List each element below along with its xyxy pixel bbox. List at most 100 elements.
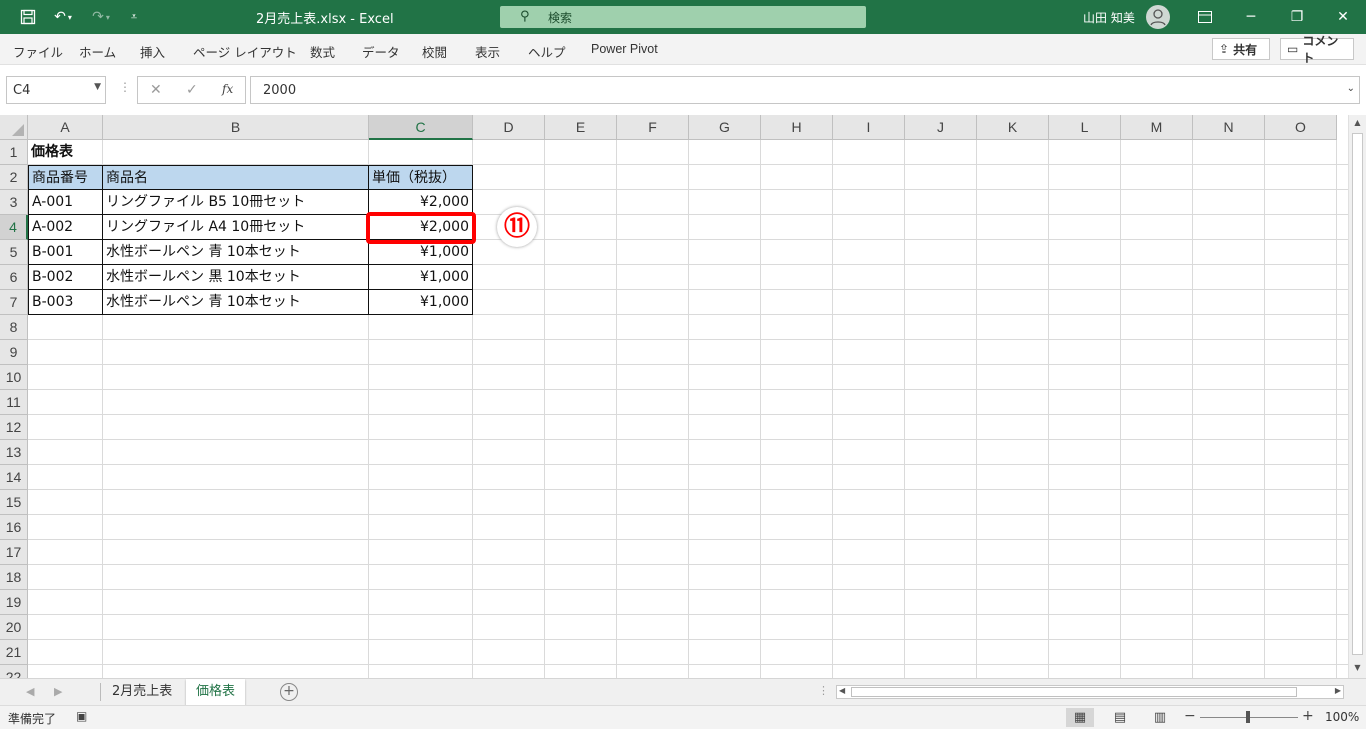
table-cell[interactable]: 水性ボールペン 青 10本セット (103, 290, 369, 315)
row-header-1[interactable]: 1 (0, 140, 28, 165)
avatar[interactable] (1146, 5, 1170, 29)
restore-icon[interactable]: ❐ (1274, 0, 1320, 34)
tab-home[interactable]: ホーム (79, 42, 116, 61)
row-header-18[interactable]: 18 (0, 565, 28, 590)
row-header-15[interactable]: 15 (0, 490, 28, 515)
enter-icon[interactable]: ✓ (186, 82, 198, 98)
add-sheet-icon[interactable]: + (280, 683, 298, 701)
sheet-tab-feb-sales[interactable]: 2月売上表 (102, 679, 182, 705)
name-box[interactable]: C4 ▼ (6, 76, 106, 104)
row-header-17[interactable]: 17 (0, 540, 28, 565)
tab-review[interactable]: 校閲 (422, 42, 447, 61)
tab-data[interactable]: データ (362, 42, 400, 61)
column-header-a[interactable]: A (28, 115, 103, 140)
scroll-up-icon[interactable]: ▲ (1352, 118, 1363, 130)
cancel-icon[interactable]: ✕ (150, 82, 162, 98)
table-cell[interactable]: 水性ボールペン 青 10本セット (103, 240, 369, 265)
prev-sheet-icon[interactable]: ◀ (26, 685, 34, 698)
tab-help[interactable]: ヘルプ (528, 42, 566, 61)
column-header-e[interactable]: E (545, 115, 617, 140)
row-header-12[interactable]: 12 (0, 415, 28, 440)
scroll-left-icon[interactable]: ◀ (839, 686, 845, 695)
table-cell[interactable]: B-001 (28, 240, 103, 265)
sheet-tab-price-list[interactable]: 価格表 (186, 679, 246, 707)
table-cell[interactable]: リングファイル B5 10冊セット (103, 190, 369, 215)
vertical-scrollbar[interactable]: ▲ ▼ (1348, 115, 1366, 678)
column-header-l[interactable]: L (1049, 115, 1121, 140)
search-box[interactable]: ⚲ 検索 (500, 6, 866, 28)
table-cell[interactable]: B-003 (28, 290, 103, 315)
zoom-out-icon[interactable]: − (1184, 708, 1196, 724)
vertical-scroll-thumb[interactable] (1352, 133, 1363, 655)
horizontal-scrollbar[interactable]: ◀ ▶ (836, 685, 1344, 699)
scroll-right-icon[interactable]: ▶ (1335, 686, 1341, 695)
tab-formulas[interactable]: 数式 (310, 42, 335, 61)
row-header-5[interactable]: 5 (0, 240, 28, 265)
tab-page-layout[interactable]: ページ レイアウト (193, 42, 297, 61)
comment-button[interactable]: ▭ コメント (1280, 34, 1354, 65)
row-header-19[interactable]: 19 (0, 590, 28, 615)
table-cell[interactable]: 水性ボールペン 黒 10本セット (103, 265, 369, 290)
tab-view[interactable]: 表示 (475, 42, 500, 61)
page-layout-view-icon[interactable]: ▤ (1106, 708, 1134, 727)
column-header-g[interactable]: G (689, 115, 761, 140)
select-all-corner[interactable] (0, 115, 28, 140)
row-header-22[interactable]: 22 (0, 665, 28, 678)
table-cell[interactable]: ¥1,000 (369, 265, 473, 290)
table-cell[interactable]: ¥1,000 (369, 290, 473, 315)
normal-view-icon[interactable]: ▦ (1066, 708, 1094, 727)
table-cell[interactable]: A-001 (28, 190, 103, 215)
row-header-9[interactable]: 9 (0, 340, 28, 365)
column-header-i[interactable]: I (833, 115, 905, 140)
tab-insert[interactable]: 挿入 (140, 42, 165, 61)
column-header-b[interactable]: B (103, 115, 369, 140)
undo-icon[interactable]: ↶ ▾ (48, 7, 78, 27)
chevron-down-icon[interactable]: ▼ (94, 82, 101, 92)
zoom-level[interactable]: 100% (1325, 710, 1359, 724)
scroll-down-icon[interactable]: ▼ (1352, 663, 1363, 675)
split-grip-icon[interactable]: ⋮ (818, 684, 829, 697)
next-sheet-icon[interactable]: ▶ (54, 685, 62, 698)
column-header-h[interactable]: H (761, 115, 833, 140)
row-header-4[interactable]: 4 (0, 215, 28, 240)
save-icon[interactable] (18, 7, 38, 27)
horizontal-scroll-thumb[interactable] (851, 687, 1297, 697)
column-header-n[interactable]: N (1193, 115, 1265, 140)
zoom-in-icon[interactable]: + (1302, 708, 1314, 724)
insert-function-icon[interactable]: fx (222, 82, 233, 96)
row-header-8[interactable]: 8 (0, 315, 28, 340)
page-break-view-icon[interactable]: ▥ (1146, 708, 1174, 727)
tab-power-pivot[interactable]: Power Pivot (591, 42, 658, 56)
formula-input[interactable]: 2000 ⌄ (250, 76, 1360, 104)
row-header-16[interactable]: 16 (0, 515, 28, 540)
row-header-6[interactable]: 6 (0, 265, 28, 290)
row-header-21[interactable]: 21 (0, 640, 28, 665)
column-header-d[interactable]: D (473, 115, 545, 140)
zoom-slider-knob[interactable] (1246, 711, 1250, 723)
column-header-m[interactable]: M (1121, 115, 1193, 140)
header-cell-product-id[interactable]: 商品番号 (28, 165, 103, 190)
row-header-11[interactable]: 11 (0, 390, 28, 415)
row-header-7[interactable]: 7 (0, 290, 28, 315)
row-header-10[interactable]: 10 (0, 365, 28, 390)
close-icon[interactable]: ✕ (1320, 0, 1366, 34)
macro-record-icon[interactable]: ▣ (76, 709, 87, 723)
row-header-14[interactable]: 14 (0, 465, 28, 490)
row-header-13[interactable]: 13 (0, 440, 28, 465)
tab-file[interactable]: ファイル (13, 42, 63, 61)
table-cell[interactable]: B-002 (28, 265, 103, 290)
column-header-f[interactable]: F (617, 115, 689, 140)
spreadsheet-grid[interactable]: ABCDEFGHIJKLMNO 1 2 3 4 5 6 7 8 9 10 11 12 13 14 15 16 1… (0, 115, 1348, 678)
column-header-c[interactable]: C (369, 115, 473, 140)
ribbon-display-icon[interactable] (1182, 0, 1228, 34)
customize-icon[interactable]: ⩡ (124, 7, 144, 27)
row-header-20[interactable]: 20 (0, 615, 28, 640)
minimize-icon[interactable]: ─ (1228, 0, 1274, 34)
expand-formula-icon[interactable]: ⌄ (1347, 83, 1355, 94)
table-cell[interactable]: リングファイル A4 10冊セット (103, 215, 369, 240)
column-header-o[interactable]: O (1265, 115, 1337, 140)
row-header-3[interactable]: 3 (0, 190, 28, 215)
column-header-j[interactable]: J (905, 115, 977, 140)
row-header-2[interactable]: 2 (0, 165, 28, 190)
share-button[interactable]: ⇪ 共有 (1212, 38, 1270, 60)
